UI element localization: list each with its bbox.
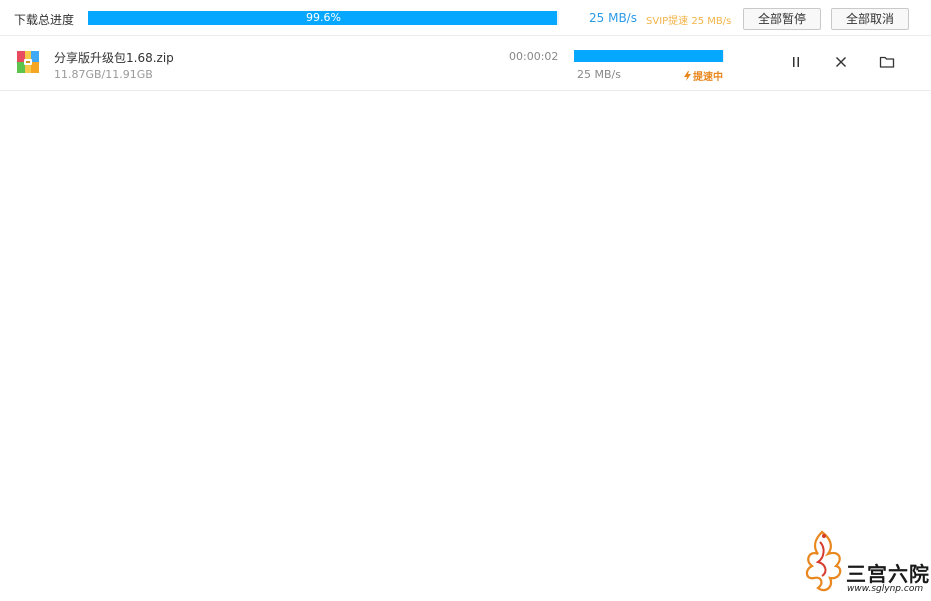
task-speed: 25 MB/s xyxy=(577,68,621,81)
download-task-row[interactable]: 分享版升级包1.68.zip 11.87GB/11.91GB 00:00:02 … xyxy=(0,36,931,91)
download-manager-page: 下载总进度 99.6% 25 MB/s SVIP提速 25 MB/s 全部暂停 … xyxy=(0,0,931,601)
lightning-icon xyxy=(684,71,691,84)
total-progress-label: 下载总进度 xyxy=(14,13,75,27)
download-summary-bar: 下载总进度 99.6% 25 MB/s SVIP提速 25 MB/s 全部暂停 … xyxy=(0,0,931,36)
time-remaining: 00:00:02 xyxy=(509,50,559,63)
task-progress-fill xyxy=(574,50,724,62)
folder-icon[interactable] xyxy=(878,53,896,71)
archive-icon xyxy=(17,51,39,73)
task-progress-bar xyxy=(574,50,724,62)
site-watermark: 三宫六院 www.sglynp.com xyxy=(800,528,930,598)
watermark-url: www.sglynp.com xyxy=(847,584,924,594)
boost-status: 提速中 xyxy=(684,68,723,84)
pause-icon[interactable] xyxy=(787,53,805,71)
svip-speed-note: SVIP提速 25 MB/s xyxy=(646,16,732,27)
phoenix-logo-icon xyxy=(805,530,842,592)
close-icon[interactable] xyxy=(832,53,850,71)
total-speed: 25 MB/s xyxy=(589,11,637,25)
watermark-text: 三宫六院 xyxy=(846,562,930,586)
file-size-progress: 11.87GB/11.91GB xyxy=(54,68,153,81)
total-progress-bar: 99.6% xyxy=(88,11,559,25)
boost-label: 提速中 xyxy=(693,72,723,83)
total-progress-percent: 99.6% xyxy=(306,11,341,24)
file-name: 分享版升级包1.68.zip xyxy=(54,51,174,65)
pause-all-button[interactable]: 全部暂停 xyxy=(743,8,821,30)
cancel-all-button[interactable]: 全部取消 xyxy=(831,8,909,30)
